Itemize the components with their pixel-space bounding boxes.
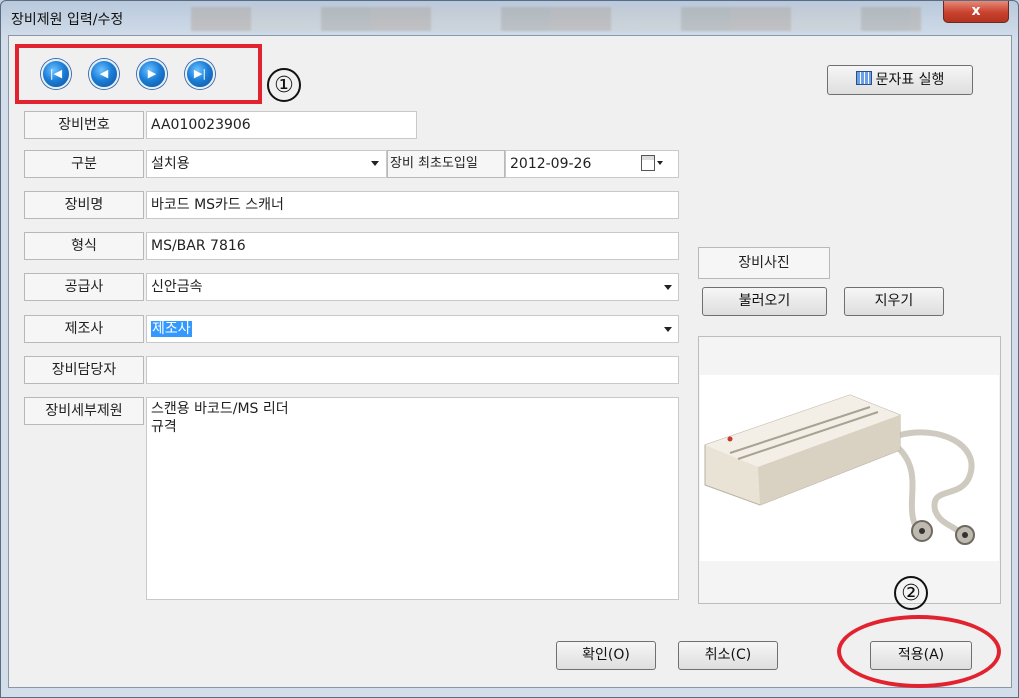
- category-select[interactable]: 설치용: [146, 150, 387, 178]
- cancel-button[interactable]: 취소(C): [678, 641, 778, 670]
- label-manager: 장비담당자: [24, 356, 144, 384]
- window-title: 장비제원 입력/수정: [11, 12, 124, 28]
- equipment-name-field[interactable]: 바코드 MS카드 스캐너: [146, 191, 679, 219]
- photo-label: 장비사진: [698, 247, 830, 279]
- nav-highlight-box: [15, 44, 262, 104]
- supplier-select[interactable]: 신안금속: [146, 273, 679, 301]
- first-intro-date-value: 2012-09-26: [510, 156, 592, 172]
- charmap-button[interactable]: 문자표 실행: [827, 65, 973, 95]
- manager-field[interactable]: [146, 356, 679, 384]
- scanner-image: [704, 394, 975, 545]
- label-manufacturer: 제조사: [24, 315, 144, 343]
- charmap-label: 문자표 실행: [875, 72, 945, 88]
- details-line-1: 스캔용 바코드/MS 리더: [151, 401, 289, 417]
- ok-button[interactable]: 확인(O): [556, 641, 656, 670]
- equipment-photo: [700, 375, 999, 561]
- details-line-2: 규격: [151, 419, 177, 435]
- supplier-value: 신안금속: [151, 279, 203, 295]
- equipment-no-field[interactable]: AA010023906: [146, 111, 417, 139]
- blurred-background-strip: [191, 7, 921, 31]
- category-value: 설치용: [151, 156, 190, 172]
- label-supplier: 공급사: [24, 273, 144, 301]
- grid-icon: [855, 71, 872, 85]
- supplier-dropdown-icon[interactable]: [664, 285, 672, 290]
- label-category: 구분: [24, 150, 144, 178]
- calendar-dropdown-icon[interactable]: [641, 155, 655, 171]
- category-dropdown-icon[interactable]: [371, 161, 379, 166]
- callout-one: ①: [267, 68, 301, 102]
- manufacturer-select[interactable]: 제조사: [146, 315, 679, 343]
- equipment-edit-window: 장비제원 입력/수정 x |◀ ◀ ▶ ▶| ① 문자표 실행 장비번호 구분 …: [0, 0, 1019, 698]
- label-equipment-name: 장비명: [24, 191, 144, 219]
- title-bar[interactable]: 장비제원 입력/수정 x: [1, 1, 1018, 35]
- details-textarea[interactable]: 스캔용 바코드/MS 리더 규격: [146, 397, 679, 600]
- model-field[interactable]: MS/BAR 7816: [146, 232, 679, 260]
- calendar-chevron-icon[interactable]: [657, 161, 663, 165]
- apply-highlight-ellipse: [837, 615, 1001, 688]
- manufacturer-dropdown-icon[interactable]: [664, 327, 672, 332]
- label-details: 장비세부제원: [24, 397, 144, 425]
- close-button[interactable]: x: [943, 1, 1009, 23]
- label-first-intro-date: 장비 최초도입일: [387, 150, 505, 178]
- clear-photo-button[interactable]: 지우기: [844, 287, 944, 316]
- label-equipment-no: 장비번호: [24, 111, 144, 139]
- manufacturer-value: 제조사: [151, 321, 192, 337]
- load-photo-button[interactable]: 불러오기: [702, 287, 827, 316]
- label-model: 형식: [24, 232, 144, 260]
- callout-two: ②: [894, 576, 928, 610]
